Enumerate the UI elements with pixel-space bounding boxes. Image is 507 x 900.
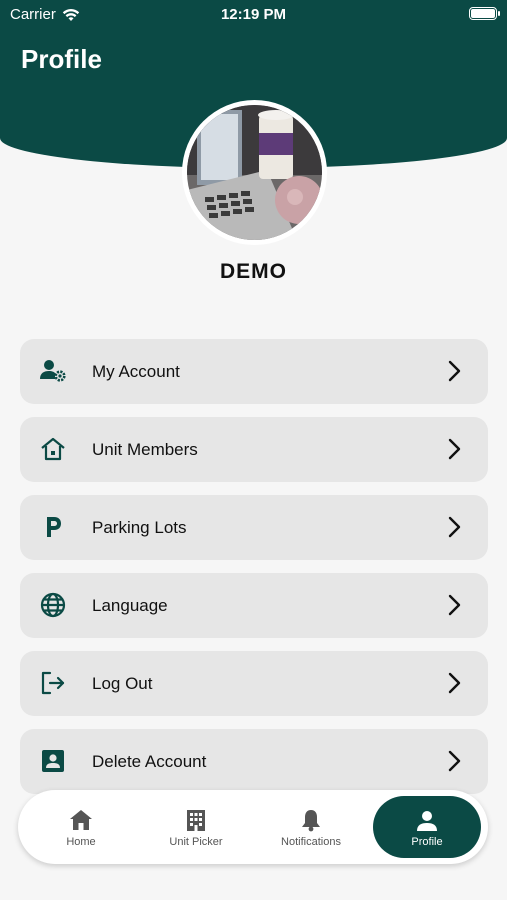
home-icon [26,807,136,833]
home-icon [39,435,67,463]
nav-tab-label: Profile [411,836,443,848]
menu-item-label: Log Out [92,673,153,693]
menu-item-label: Language [92,595,168,615]
menu-item-label: My Account [92,361,180,381]
globe-icon [39,591,67,619]
menu-item-label: Unit Members [92,439,198,459]
nav-tab-notifications[interactable]: Notifications [256,790,366,864]
chevron-right-icon [448,750,461,772]
nav-tab-label: Notifications [281,836,341,848]
menu-item-my-account[interactable]: My Account [20,339,488,404]
bottom-nav: Home Unit Picker Notifications Profile [18,790,488,864]
chevron-right-icon [448,360,461,382]
avatar-photo [187,105,322,240]
chevron-right-icon [448,672,461,694]
logout-icon [39,669,67,697]
nav-tab-label: Home [66,836,96,848]
page-title: Profile [21,44,102,74]
account-box-icon [39,747,67,775]
nav-tab-unit-picker[interactable]: Unit Picker [141,790,251,864]
menu-item-label: Parking Lots [92,517,187,537]
status-time: 12:19 PM [220,6,287,23]
menu-item-label: Delete Account [92,751,207,771]
person-icon [373,808,481,834]
building-icon [141,807,251,833]
chevron-right-icon [448,516,461,538]
bell-icon [256,807,366,833]
nav-tab-home[interactable]: Home [26,790,136,864]
menu-item-language[interactable]: Language [20,573,488,638]
chevron-right-icon [448,594,461,616]
profile-menu: My Account Unit Members Parking Lots Lan… [20,339,488,807]
menu-item-log-out[interactable]: Log Out [20,651,488,716]
user-gear-icon [39,357,67,385]
status-bar: Carrier 12:19 PM [0,0,507,28]
menu-item-delete-account[interactable]: Delete Account [20,729,488,794]
battery-icon [469,7,500,20]
avatar[interactable] [182,100,327,245]
profile-name: DEMO [220,260,287,283]
nav-tab-profile[interactable]: Profile [373,796,481,858]
parking-icon [39,513,67,541]
menu-item-unit-members[interactable]: Unit Members [20,417,488,482]
nav-tab-label: Unit Picker [169,836,223,848]
menu-item-parking-lots[interactable]: Parking Lots [20,495,488,560]
chevron-right-icon [448,438,461,460]
